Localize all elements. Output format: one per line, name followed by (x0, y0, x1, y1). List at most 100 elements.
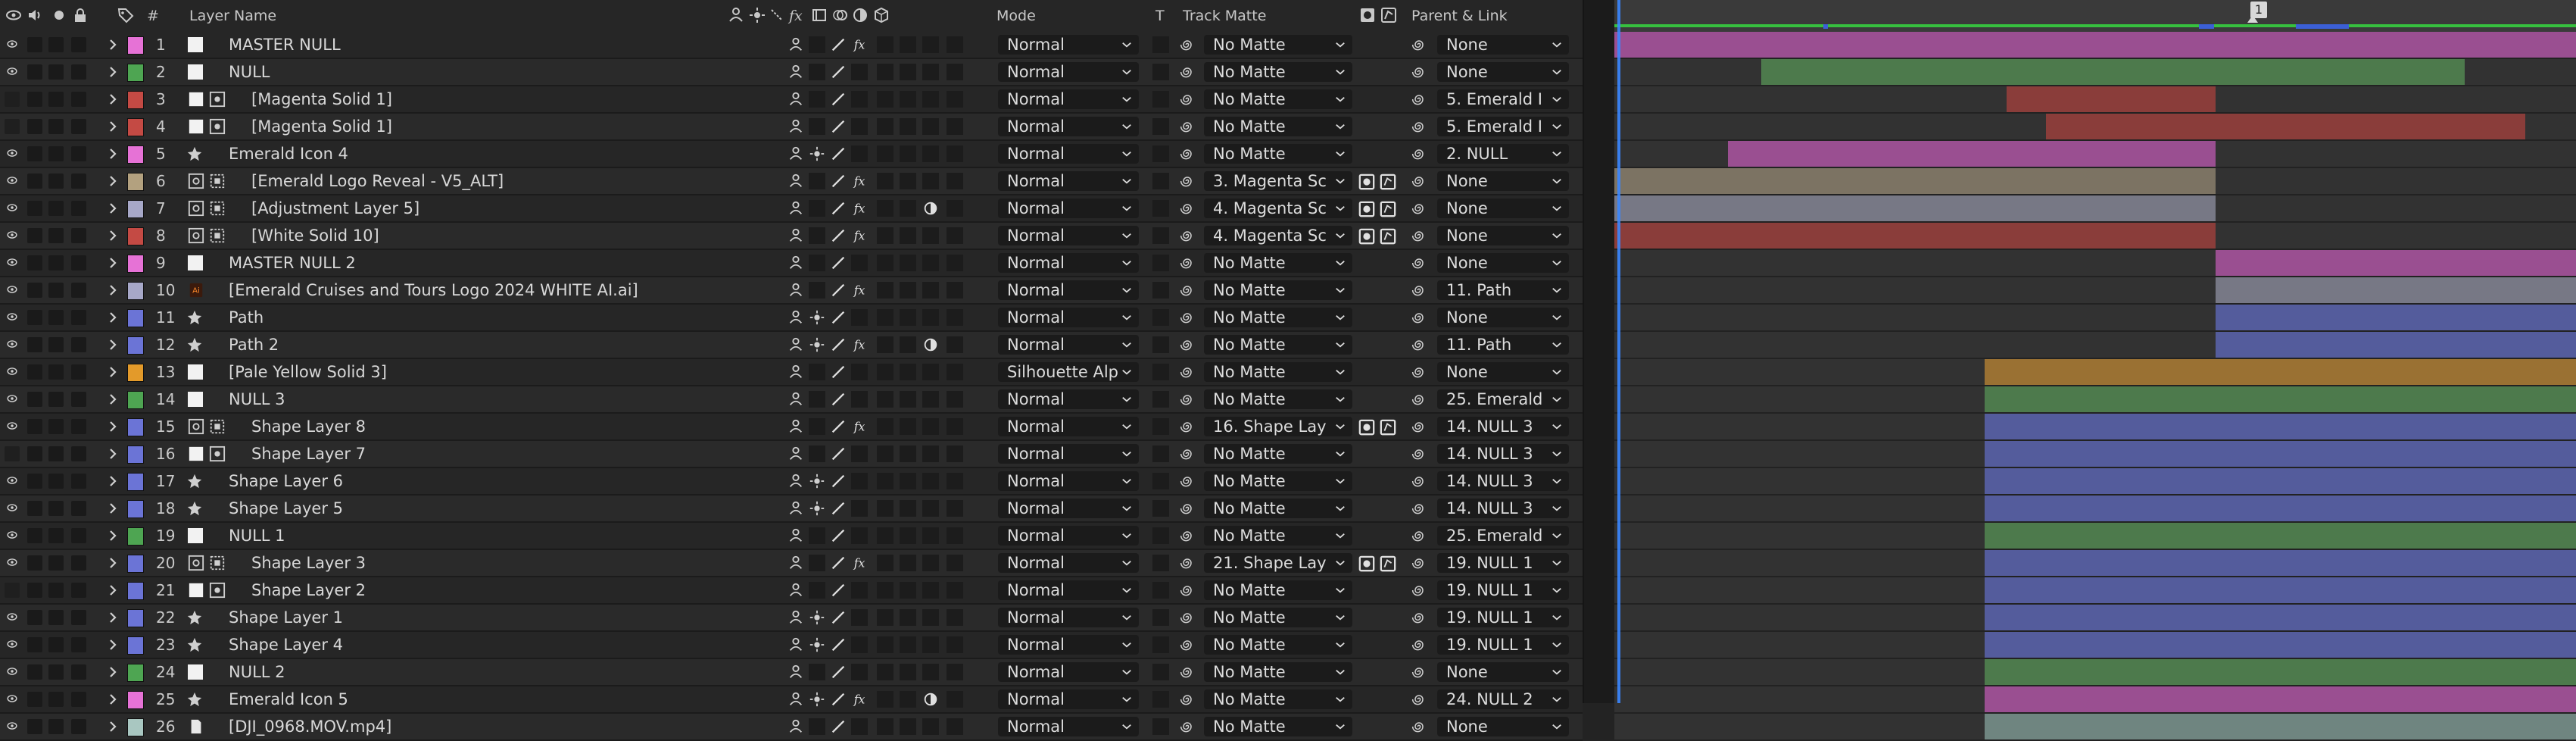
layer-row[interactable]: 14 NULL 3 Normal No Matte 25. Emerald (0, 386, 1583, 414)
adjustment-layer-icon[interactable] (922, 336, 939, 354)
label-color-swatch[interactable] (127, 391, 144, 409)
parent-dropdown[interactable]: None (1437, 362, 1569, 382)
switch-box[interactable] (947, 64, 963, 80)
switch-box[interactable] (922, 418, 939, 435)
switch-box[interactable] (877, 255, 893, 271)
quality-slash-icon[interactable] (830, 527, 847, 545)
switch-box[interactable] (900, 227, 916, 244)
pickwhip-icon[interactable] (1180, 337, 1195, 352)
switch-box[interactable] (900, 336, 916, 353)
switch-box[interactable] (27, 664, 42, 680)
switch-box[interactable] (877, 64, 893, 80)
switch-box[interactable] (851, 527, 868, 544)
parent-dropdown[interactable]: 25. Emerald (1437, 389, 1569, 409)
switch-box[interactable] (809, 527, 825, 544)
pickwhip-icon[interactable] (1180, 501, 1195, 516)
switch-box[interactable] (877, 446, 893, 462)
visibility-eye-icon[interactable] (5, 421, 20, 431)
layer-row[interactable]: 4 [Magenta Solid 1] Normal No Matte 5. Emera… (0, 114, 1583, 141)
parent-dropdown[interactable]: 19. NULL 1 (1437, 553, 1569, 573)
parent-dropdown[interactable]: None (1437, 199, 1569, 218)
switch-box[interactable] (877, 336, 893, 353)
track-matte-dropdown[interactable]: 4. Magenta Sc (1204, 199, 1352, 218)
pickwhip-icon[interactable] (1180, 719, 1195, 734)
quality-slash-icon[interactable] (830, 608, 847, 627)
invert-matte-icon[interactable] (1380, 173, 1396, 191)
switch-box[interactable] (71, 201, 86, 216)
track-matte-dropdown[interactable]: No Matte (1204, 308, 1352, 327)
quality-switch-icon[interactable] (768, 6, 786, 24)
preserve-transparency-box[interactable] (1152, 336, 1169, 353)
shy-switch-icon[interactable] (787, 445, 804, 463)
pickwhip-icon[interactable] (1180, 446, 1195, 461)
switch-box[interactable] (27, 174, 42, 189)
blend-mode-dropdown[interactable]: Normal (998, 608, 1139, 627)
parent-pickwhip-icon[interactable] (1411, 37, 1427, 52)
switch-box[interactable] (877, 609, 893, 626)
label-color-swatch[interactable] (127, 718, 144, 736)
collapse-sun-icon[interactable] (809, 608, 825, 627)
switch-box[interactable] (877, 282, 893, 299)
switch-box[interactable] (922, 227, 939, 244)
switch-box[interactable] (71, 37, 86, 52)
blend-mode-dropdown[interactable]: Normal (998, 635, 1139, 655)
parent-pickwhip-icon[interactable] (1411, 474, 1427, 489)
label-color-swatch[interactable] (127, 664, 144, 682)
expand-caret-icon[interactable] (106, 665, 120, 679)
track-matte-dropdown[interactable]: No Matte (1204, 89, 1352, 109)
switch-box[interactable] (877, 145, 893, 162)
pickwhip-icon[interactable] (1180, 228, 1195, 243)
shy-switch-icon[interactable] (787, 199, 804, 217)
switch-box[interactable] (27, 283, 42, 298)
pickwhip-icon[interactable] (1180, 310, 1195, 325)
switch-box[interactable] (851, 364, 868, 380)
label-color-swatch[interactable] (127, 64, 144, 82)
preserve-transparency-box[interactable] (1152, 473, 1169, 489)
switch-box[interactable] (48, 255, 64, 270)
switch-box[interactable] (48, 283, 64, 298)
layer-duration-bar[interactable] (1984, 659, 2576, 685)
switch-box[interactable] (71, 228, 86, 243)
preserve-transparency-box[interactable] (1152, 91, 1169, 108)
switch-box[interactable] (922, 282, 939, 299)
preserve-transparency-box[interactable] (1152, 36, 1169, 53)
layer-name[interactable]: Shape Layer 7 (251, 441, 791, 467)
layer-name[interactable]: Emerald Icon 4 (229, 141, 791, 167)
pickwhip-icon[interactable] (1180, 692, 1195, 707)
switch-box[interactable] (900, 418, 916, 435)
label-color-swatch[interactable] (127, 691, 144, 709)
layer-name[interactable]: NULL 3 (229, 386, 791, 412)
switch-box[interactable] (809, 282, 825, 299)
blend-mode-dropdown[interactable]: Normal (998, 226, 1139, 245)
parent-dropdown[interactable]: None (1437, 253, 1569, 273)
visibility-eye-icon[interactable] (5, 257, 20, 267)
effects-fx-icon[interactable]: fx (851, 417, 868, 436)
switch-box[interactable] (27, 583, 42, 598)
switch-box[interactable] (809, 36, 825, 53)
switch-box[interactable] (851, 636, 868, 653)
switch-box[interactable] (947, 418, 963, 435)
switch-box[interactable] (900, 64, 916, 80)
switch-box[interactable] (48, 528, 64, 543)
layer-row[interactable]: 2 NULL Normal No Matte None (0, 59, 1583, 86)
layer-duration-bar[interactable] (2007, 86, 2216, 112)
switch-box[interactable] (27, 555, 42, 571)
switch-box[interactable] (71, 255, 86, 270)
layer-duration-bar[interactable] (1984, 468, 2576, 494)
layer-name[interactable]: Shape Layer 5 (229, 496, 791, 521)
shy-switch-icon[interactable] (787, 718, 804, 736)
layer-row[interactable]: 22 Shape Layer 1 Normal No Matte 19. NULL 1 (0, 605, 1583, 632)
layer-row[interactable]: 24 NULL 2 Normal No Matte None (0, 659, 1583, 686)
quality-slash-icon[interactable] (830, 363, 847, 381)
shy-switch-icon[interactable] (787, 527, 804, 545)
switch-box[interactable] (900, 364, 916, 380)
shy-switch-icon[interactable] (787, 308, 804, 327)
parent-dropdown[interactable]: None (1437, 717, 1569, 736)
layer-row[interactable]: 13 [Pale Yellow Solid 3] Silhouette Alp No … (0, 359, 1583, 386)
blend-mode-dropdown[interactable]: Normal (998, 580, 1139, 600)
expand-caret-icon[interactable] (106, 529, 120, 542)
visibility-eye-icon[interactable] (5, 66, 20, 77)
blend-mode-dropdown[interactable]: Normal (998, 444, 1139, 464)
layer-name[interactable]: [Magenta Solid 1] (251, 86, 791, 112)
visibility-eye-icon[interactable] (5, 721, 20, 731)
